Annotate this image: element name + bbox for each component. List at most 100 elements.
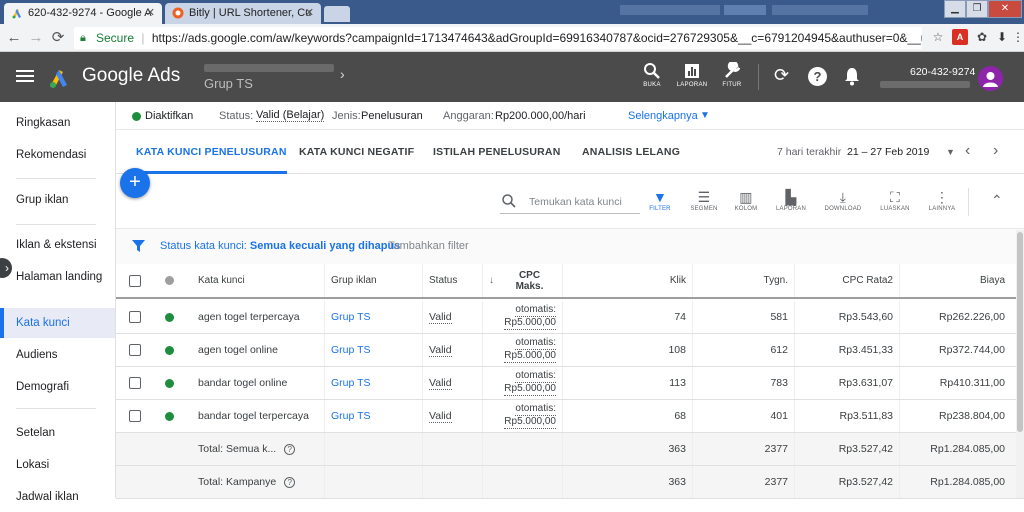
chrome-menu-icon[interactable]: ⋮	[1010, 29, 1024, 45]
totals-empty	[422, 433, 482, 465]
impressions-cell: 783	[692, 367, 794, 399]
ad-group-link[interactable]: Grup TS	[331, 311, 371, 323]
date-prev-icon[interactable]: ‹	[965, 130, 970, 172]
help-icon[interactable]: ?	[808, 67, 827, 86]
date-dropdown-icon[interactable]: ▼	[946, 130, 955, 174]
header-avg-cpc[interactable]: CPC Rata2	[794, 264, 899, 297]
max-cpc-cell[interactable]: otomatis: Rp5.000,00	[482, 367, 562, 399]
header-status[interactable]: Status	[422, 264, 482, 297]
hamburger-menu-icon[interactable]	[16, 67, 34, 87]
acrobat-extension-icon[interactable]: A	[952, 29, 968, 45]
status-cell: Valid	[422, 367, 482, 399]
nav-item-kata-kunci[interactable]: Kata kunci	[0, 308, 115, 338]
header-impressions[interactable]: Tygn.	[692, 264, 794, 297]
search-open-button[interactable]: BUKA	[632, 62, 672, 88]
header-cost[interactable]: Biaya	[899, 264, 1011, 297]
filter-chip[interactable]: Status kata kunci: Semua kecuali yang di…	[160, 229, 400, 263]
status-value[interactable]: Valid	[429, 410, 452, 423]
new-tab-button[interactable]	[324, 6, 350, 22]
nav-item-rekomendasi[interactable]: Rekomendasi	[0, 140, 115, 170]
enabled-label: Diaktifkan	[145, 110, 194, 122]
scrollbar-thumb[interactable]	[1017, 232, 1023, 432]
close-tab-icon[interactable]: ✕	[305, 3, 314, 24]
help-circle-icon[interactable]: ?	[284, 443, 296, 455]
url-field[interactable]: 🔒︎ Secure | https://ads.google.com/aw/ke…	[74, 27, 922, 49]
header-keyword[interactable]: Kata kunci	[192, 264, 324, 297]
keyword-cell[interactable]: bandar togel online	[192, 367, 324, 399]
nav-item-grup-iklan[interactable]: Grup iklan	[0, 185, 115, 215]
collapse-chevron-up-icon[interactable]: ⌃	[991, 192, 1003, 209]
status-value[interactable]: Valid	[429, 311, 452, 324]
status-dot-icon	[164, 312, 174, 322]
more-details-link[interactable]: Selengkapnya	[628, 102, 698, 130]
expand-button[interactable]: ⛶ LUASKAN	[874, 188, 916, 212]
keyword-cell[interactable]: bandar togel terpercaya	[192, 400, 324, 432]
nav-item-audiens[interactable]: Audiens	[0, 340, 115, 370]
avatar[interactable]	[978, 66, 1003, 91]
chevron-right-icon[interactable]: ›	[340, 66, 345, 82]
filter-button[interactable]: ▼ FILTER	[639, 188, 681, 212]
columns-button[interactable]: ▥ KOLOM	[725, 188, 767, 212]
close-window-icon[interactable]: ✕	[988, 0, 1022, 18]
segment-button[interactable]: ☰ SEGMEN	[683, 188, 725, 212]
nav-item-jadwal-iklan[interactable]: Jadwal iklan	[0, 482, 115, 512]
select-all-checkbox[interactable]	[116, 264, 154, 297]
extension-icon[interactable]: ✿	[974, 29, 990, 45]
ad-group-link[interactable]: Grup TS	[331, 377, 371, 389]
download-extension-icon[interactable]: ⬇	[994, 29, 1010, 45]
header-ad-group[interactable]: Grup iklan	[324, 264, 422, 297]
minimize-icon[interactable]: ▁	[944, 0, 966, 18]
bookmark-star-icon[interactable]: ☆	[930, 29, 946, 45]
nav-item-iklan-ekstensi[interactable]: Iklan & ekstensi	[0, 230, 115, 260]
header-max-cpc[interactable]: ↓ CPC Maks.	[482, 264, 562, 297]
nav-item-lokasi[interactable]: Lokasi	[0, 450, 115, 480]
nav-item-ringkasan[interactable]: Ringkasan	[0, 108, 115, 138]
ad-group-link[interactable]: Grup TS	[331, 410, 371, 422]
refresh-icon[interactable]: ⟳	[774, 65, 789, 86]
more-button[interactable]: ⋮ LAINNYA	[921, 188, 963, 212]
keyword-cell[interactable]: agen togel terpercaya	[192, 301, 324, 333]
header-clicks[interactable]: Klik	[562, 264, 692, 297]
download-button[interactable]: ⤓ DOWNLOAD	[822, 188, 864, 212]
status-value[interactable]: Valid	[429, 344, 452, 357]
nav-item-demografi[interactable]: Demografi	[0, 372, 115, 402]
date-range-picker[interactable]: 21 – 27 Feb 2019	[847, 130, 929, 174]
back-arrow-icon[interactable]: ←	[4, 28, 24, 48]
add-keyword-button[interactable]: +	[120, 168, 150, 198]
tab-search-terms[interactable]: ISTILAH PENELUSURAN	[433, 130, 560, 174]
close-tab-icon[interactable]: ✕	[146, 3, 155, 24]
max-cpc-cell[interactable]: otomatis: Rp5.000,00	[482, 334, 562, 366]
tab-negative-keywords[interactable]: KATA KUNCI NEGATIF	[299, 130, 414, 174]
date-next-icon[interactable]: ›	[993, 130, 998, 172]
browser-tab-google-ads[interactable]: 620-432-9274 - Google A ✕	[4, 3, 162, 24]
browser-tab-bitly[interactable]: Bitly | URL Shortener, Cu ✕	[165, 3, 321, 24]
row-checkbox[interactable]	[116, 367, 154, 399]
max-cpc-cell[interactable]: otomatis: Rp5.000,00	[482, 400, 562, 432]
ad-group-link[interactable]: Grup TS	[331, 344, 371, 356]
add-filter-link[interactable]: Tambahkan filter	[388, 229, 469, 263]
keyword-cell[interactable]: agen togel online	[192, 334, 324, 366]
status-value[interactable]: Valid (Belajar)	[256, 102, 325, 128]
nav-item-setelan[interactable]: Setelan	[0, 418, 115, 448]
more-icon: ⋮	[934, 189, 950, 205]
report-button[interactable]: ▙ LAPORAN	[770, 188, 812, 212]
tab-auction-insights[interactable]: ANALISIS LELANG	[582, 130, 680, 174]
nav-item-halaman-landing[interactable]: Halaman landing	[0, 262, 115, 292]
reload-icon[interactable]: ⟳	[48, 28, 68, 48]
tab-search-keywords[interactable]: KATA KUNCI PENELUSURAN	[136, 130, 287, 174]
status-value[interactable]: Valid	[429, 377, 452, 390]
row-checkbox[interactable]	[116, 400, 154, 432]
chevron-down-icon[interactable]: ▼	[700, 102, 710, 130]
reports-button[interactable]: LAPORAN	[672, 62, 712, 88]
help-circle-icon[interactable]: ?	[284, 476, 296, 488]
maximize-icon[interactable]: ❐	[966, 0, 988, 18]
report-icon: ▙	[785, 189, 797, 205]
row-checkbox[interactable]	[116, 301, 154, 333]
keyword-search-input[interactable]: Temukan kata kunci	[500, 188, 640, 214]
totals-spacer	[116, 433, 192, 465]
max-cpc-cell[interactable]: otomatis: Rp5.000,00	[482, 301, 562, 333]
row-checkbox[interactable]	[116, 334, 154, 366]
forward-arrow-icon[interactable]: →	[26, 28, 46, 48]
notifications-bell-icon[interactable]	[844, 67, 860, 86]
tools-button[interactable]: FITUR	[712, 62, 752, 88]
